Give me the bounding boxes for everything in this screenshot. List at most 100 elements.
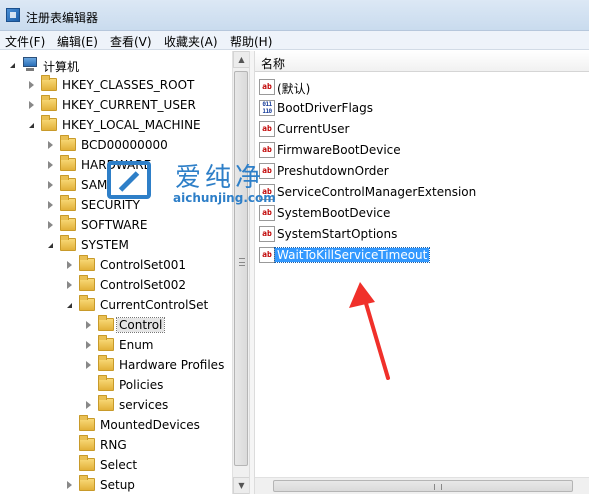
menu-favorites[interactable]: 收藏夹(A) — [164, 33, 218, 50]
collapsed-triangle-icon[interactable] — [67, 481, 72, 489]
tree-node-label: Setup — [100, 478, 135, 492]
tree-node-currentcontrolset[interactable]: CurrentControlSet — [67, 295, 232, 315]
watermark-text: 爱纯净 — [175, 163, 266, 193]
expanded-triangle-icon[interactable] — [10, 63, 15, 68]
tree-node-hkey-local-machine[interactable]: HKEY_LOCAL_MACHINE — [29, 115, 232, 135]
value-row-1[interactable]: ab (默认) — [259, 77, 585, 98]
collapsed-triangle-icon[interactable] — [48, 181, 53, 189]
tree-node-bcd00000000[interactable]: BCD00000000 — [48, 135, 232, 155]
tree-node-label: MountedDevices — [100, 418, 200, 432]
value-name: (默认) — [277, 82, 311, 96]
menu-edit[interactable]: 编辑(E) — [57, 33, 98, 50]
folder-icon — [79, 455, 95, 471]
tree-node-mounteddevices[interactable]: MountedDevices — [67, 415, 232, 435]
collapsed-triangle-icon[interactable] — [29, 101, 34, 109]
tree-node-select[interactable]: Select — [67, 455, 232, 475]
registry-app-icon — [6, 8, 20, 22]
tree-node-system[interactable]: SYSTEM — [48, 235, 232, 255]
tree-node-setup[interactable]: Setup — [67, 475, 232, 494]
tree-node-hkey-current-user[interactable]: HKEY_CURRENT_USER — [29, 95, 232, 115]
expanded-triangle-icon[interactable] — [48, 243, 53, 248]
tree-node-policies[interactable]: Policies — [86, 375, 232, 395]
tree-node-controlset002[interactable]: ControlSet002 — [67, 275, 232, 295]
title-bar: 注册表编辑器 — [0, 0, 589, 31]
folder-icon — [98, 335, 114, 351]
collapsed-triangle-icon[interactable] — [86, 321, 91, 329]
folder-icon — [41, 115, 57, 131]
folder-icon — [60, 215, 76, 231]
value-name: FirmwareBootDevice — [277, 143, 401, 157]
tree-node-label: ControlSet002 — [100, 278, 186, 292]
computer-icon — [22, 57, 38, 71]
value-row-5[interactable]: ab PreshutdownOrder — [259, 161, 585, 182]
folder-icon — [60, 195, 76, 211]
value-row-2[interactable]: 011 110 BootDriverFlags — [259, 98, 585, 119]
tree-node-enum[interactable]: Enum — [86, 335, 232, 355]
value-name: PreshutdownOrder — [277, 164, 389, 178]
tree-node-rng[interactable]: RNG — [67, 435, 232, 455]
folder-icon — [60, 135, 76, 151]
tree-node-services[interactable]: services — [86, 395, 232, 415]
collapsed-triangle-icon[interactable] — [86, 361, 91, 369]
menu-help[interactable]: 帮助(H) — [230, 33, 272, 50]
window-title: 注册表编辑器 — [26, 11, 99, 25]
folder-icon — [98, 315, 114, 331]
list-header[interactable]: 名称 — [255, 51, 589, 72]
tree-node-label: 计算机 — [43, 60, 80, 74]
value-name: BootDriverFlags — [277, 101, 374, 115]
value-row-8[interactable]: ab SystemStartOptions — [259, 224, 585, 245]
scroll-up-icon[interactable]: ▲ — [233, 51, 250, 68]
tree-node-label: BCD00000000 — [81, 138, 168, 152]
value-row-4[interactable]: ab FirmwareBootDevice — [259, 140, 585, 161]
folder-icon — [79, 295, 95, 311]
string-value-icon: ab — [259, 79, 275, 95]
folder-icon — [79, 255, 95, 271]
folder-icon — [79, 435, 95, 451]
value-row-9[interactable]: ab WaitToKillServiceTimeout — [259, 245, 585, 266]
registry-value-list[interactable]: 名称 ab (默认) 011 110 BootDriverFlags ab Current… — [255, 51, 589, 494]
tree-node-label: CurrentControlSet — [100, 298, 209, 312]
tree-node-label: SAM — [81, 178, 108, 192]
value-row-3[interactable]: ab CurrentUser — [259, 119, 585, 140]
collapsed-triangle-icon[interactable] — [29, 81, 34, 89]
collapsed-triangle-icon[interactable] — [86, 401, 91, 409]
tree-node-hkey-classes-root[interactable]: HKEY_CLASSES_ROOT — [29, 75, 232, 95]
expanded-triangle-icon[interactable] — [67, 303, 72, 308]
folder-icon — [60, 155, 76, 171]
collapsed-triangle-icon[interactable] — [48, 161, 53, 169]
tree-node-software[interactable]: SOFTWARE — [48, 215, 232, 235]
tree-node-label: SOFTWARE — [81, 218, 148, 232]
collapsed-triangle-icon[interactable] — [48, 201, 53, 209]
string-value-icon: ab — [259, 247, 275, 263]
collapsed-triangle-icon[interactable] — [67, 281, 72, 289]
value-row-6[interactable]: ab ServiceControlManagerExtension — [259, 182, 585, 203]
collapsed-triangle-icon[interactable] — [48, 221, 53, 229]
collapsed-triangle-icon[interactable] — [48, 141, 53, 149]
tree-scroll-thumb[interactable] — [234, 71, 248, 466]
watermark: 爱纯净 aichunjing.com — [107, 157, 287, 209]
tree-node-controlset001[interactable]: ControlSet001 — [67, 255, 232, 275]
tree-node-label: HKEY_LOCAL_MACHINE — [62, 118, 201, 132]
menu-view[interactable]: 查看(V) — [110, 33, 152, 50]
tree-node-label: Control — [115, 317, 166, 333]
collapsed-triangle-icon[interactable] — [86, 341, 91, 349]
list-horizontal-scrollbar[interactable] — [255, 477, 589, 494]
tree-node-label: HKEY_CLASSES_ROOT — [62, 78, 195, 92]
tree-node--[interactable]: 计算机 — [10, 55, 232, 75]
tree-node-label: SYSTEM — [81, 238, 129, 252]
scroll-down-icon[interactable]: ▼ — [233, 477, 250, 494]
tree-node-control[interactable]: Control — [86, 315, 232, 335]
expanded-triangle-icon[interactable] — [29, 123, 34, 128]
registry-key-tree[interactable]: 计算机 HKEY_CLASSES_ROOT HKEY_CURRENT_USER HKE… — [0, 51, 232, 494]
value-row-7[interactable]: ab SystemBootDevice — [259, 203, 585, 224]
menu-file[interactable]: 文件(F) — [5, 33, 45, 50]
column-header-name[interactable]: 名称 — [261, 55, 285, 72]
folder-icon — [60, 175, 76, 191]
list-scroll-thumb[interactable] — [273, 480, 573, 492]
folder-icon — [79, 275, 95, 291]
string-value-icon: ab — [259, 226, 275, 242]
value-name: CurrentUser — [277, 122, 350, 136]
collapsed-triangle-icon[interactable] — [67, 261, 72, 269]
tree-vertical-scrollbar[interactable]: ▲ ▼ — [232, 51, 250, 494]
tree-node-hardware-profiles[interactable]: Hardware Profiles — [86, 355, 232, 375]
